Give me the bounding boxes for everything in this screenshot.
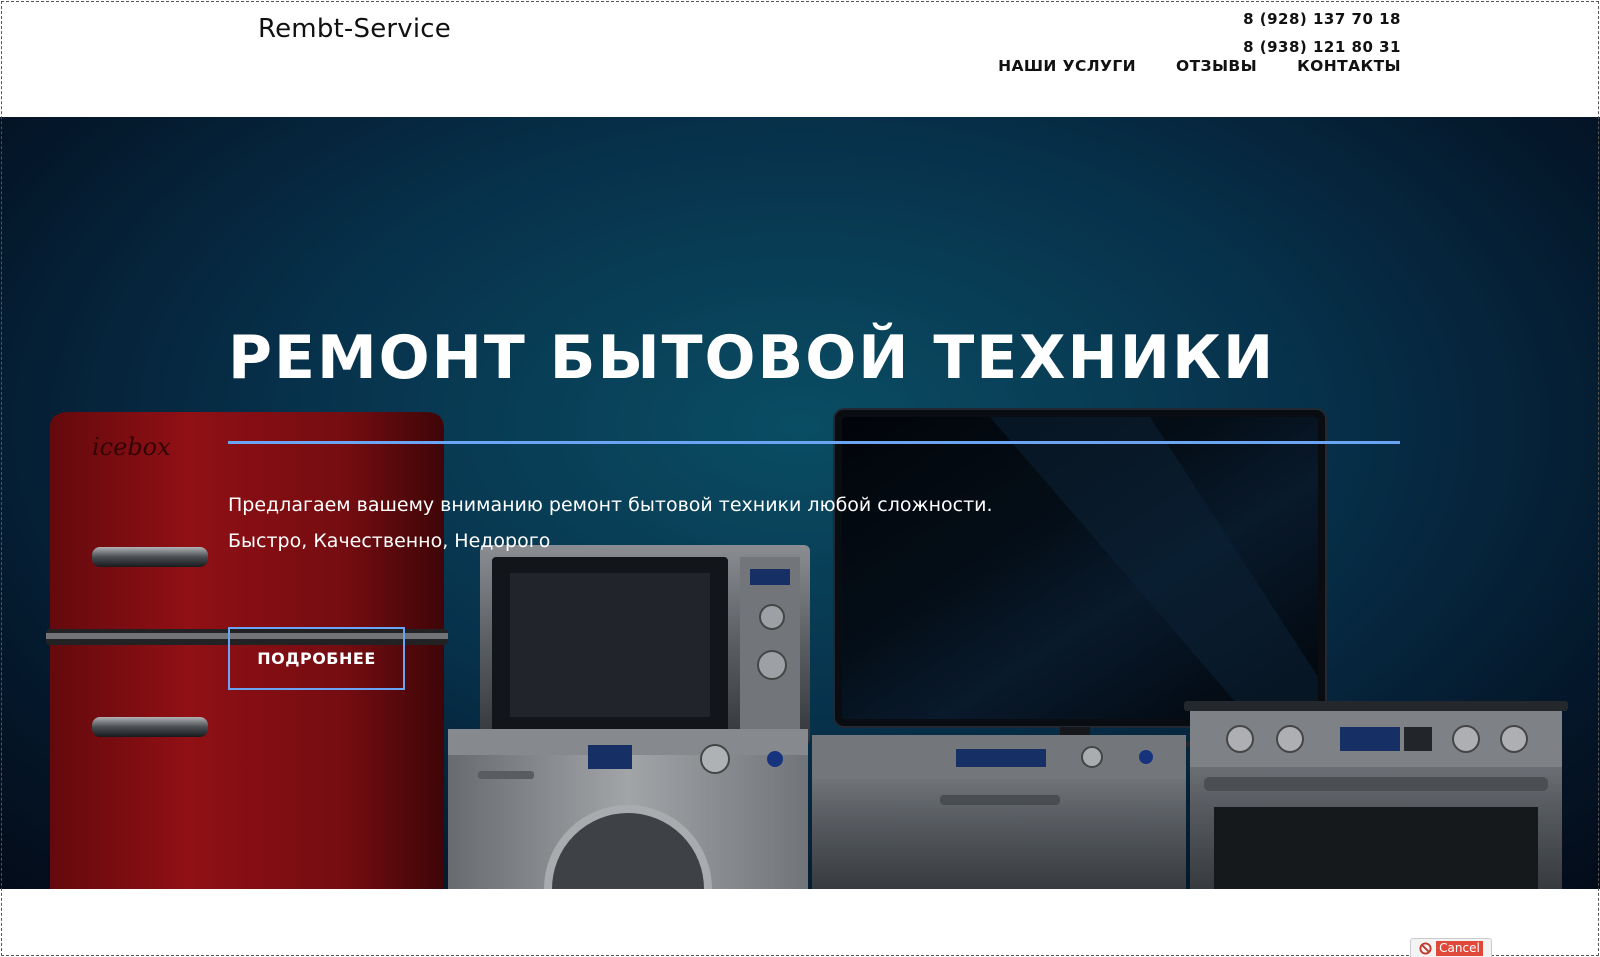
hero-description-line-2: Быстро, Качественно, Недорого <box>228 530 551 552</box>
site-logo[interactable]: Rembt-Service <box>258 14 451 44</box>
prohibited-icon <box>1419 941 1432 955</box>
hero-title: РЕМОНТ БЫТОВОЙ ТЕХНИКИ <box>228 323 1276 393</box>
nav-item-reviews[interactable]: ОТЗЫВЫ <box>1176 57 1257 75</box>
phone-number-1[interactable]: 8 (928) 137 70 18 <box>1243 5 1401 33</box>
hero-divider <box>228 441 1400 444</box>
cancel-button[interactable]: Cancel <box>1410 938 1492 957</box>
site-header: Rembt-Service 8 (928) 137 70 18 8 (938) … <box>0 0 1600 117</box>
hero-description-line-1: Предлагаем вашему вниманию ремонт бытово… <box>228 494 993 516</box>
main-nav: НАШИ УСЛУГИ ОТЗЫВЫ КОНТАКТЫ <box>998 57 1401 75</box>
more-button[interactable]: ПОДРОБНЕЕ <box>228 627 405 690</box>
nav-item-contacts[interactable]: КОНТАКТЫ <box>1297 57 1401 75</box>
hero-description: Предлагаем вашему вниманию ремонт бытово… <box>228 487 993 559</box>
nav-item-services[interactable]: НАШИ УСЛУГИ <box>998 57 1136 75</box>
hero-section: icebox РЕМОНТ БЫТОВОЙ ТЕХНИКИ Предлагаем… <box>0 117 1600 889</box>
cancel-label: Cancel <box>1436 940 1483 956</box>
phone-list: 8 (928) 137 70 18 8 (938) 121 80 31 <box>1243 5 1401 61</box>
